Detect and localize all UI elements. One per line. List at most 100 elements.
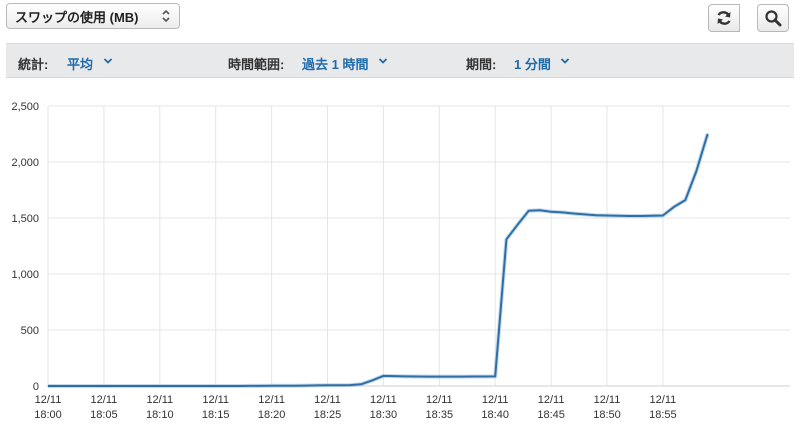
x-tick-date-label: 12/11 bbox=[146, 394, 173, 406]
series-point bbox=[237, 385, 239, 387]
y-tick-label: 2,500 bbox=[11, 101, 39, 113]
series-point bbox=[550, 211, 552, 213]
x-tick-date-label: 12/11 bbox=[258, 394, 285, 406]
series-point bbox=[349, 384, 351, 386]
series-line[interactable] bbox=[48, 133, 709, 387]
refresh-button[interactable] bbox=[708, 4, 740, 32]
y-tick-label: 500 bbox=[21, 325, 39, 337]
x-tick-date-label: 12/11 bbox=[314, 394, 341, 406]
series-point bbox=[539, 209, 541, 211]
x-tick-date-label: 12/11 bbox=[594, 394, 621, 406]
series-point bbox=[673, 206, 675, 208]
x-tick-date-label: 12/11 bbox=[91, 394, 118, 406]
series-point bbox=[204, 385, 205, 387]
series-point bbox=[327, 384, 328, 386]
series-point bbox=[461, 376, 463, 378]
y-tick-label: 1,500 bbox=[11, 213, 39, 225]
series-point bbox=[584, 213, 586, 215]
filter-bar: 統計: 平均 時間範囲: 過去 1 時間 期間: 1 分間 bbox=[6, 43, 794, 78]
time-range-dropdown[interactable]: 過去 1 時間 bbox=[302, 54, 368, 73]
series-point bbox=[271, 385, 273, 387]
series-point bbox=[405, 375, 407, 377]
series-layer bbox=[47, 133, 710, 388]
swap-usage-chart[interactable]: 2,5002,0001,5001,0005000 12/1118:0012/11… bbox=[0, 90, 800, 443]
x-tick-date-label: 12/11 bbox=[650, 394, 677, 406]
series-point bbox=[92, 385, 94, 387]
series-point bbox=[573, 213, 574, 214]
series-point bbox=[628, 215, 630, 217]
time-range-chevron-icon[interactable] bbox=[378, 57, 388, 65]
series-point bbox=[651, 215, 653, 217]
x-tick-time-label: 18:10 bbox=[146, 409, 174, 421]
x-tick-time-label: 18:30 bbox=[370, 409, 398, 421]
x-tick-time-label: 18:40 bbox=[481, 409, 509, 421]
series-point bbox=[662, 215, 664, 216]
x-tick-time-label: 18:45 bbox=[537, 409, 565, 421]
period-dropdown[interactable]: 1 分間 bbox=[514, 54, 551, 73]
x-tick-time-label: 18:35 bbox=[426, 409, 454, 421]
y-tick-label: 0 bbox=[33, 381, 39, 393]
series-point bbox=[360, 383, 362, 385]
y-tick-label: 1,000 bbox=[11, 269, 39, 281]
series-point bbox=[472, 376, 474, 377]
series-point bbox=[226, 385, 228, 387]
series-point bbox=[427, 376, 429, 378]
series-point bbox=[394, 375, 396, 377]
statistic-label: 統計: bbox=[18, 57, 49, 72]
series-point bbox=[304, 385, 306, 387]
series-point bbox=[494, 375, 496, 377]
series-point bbox=[315, 384, 317, 386]
statistic-chevron-icon[interactable] bbox=[103, 57, 113, 65]
x-tick-date-label: 12/11 bbox=[370, 394, 397, 406]
x-tick-time-label: 18:00 bbox=[34, 409, 62, 421]
x-tick-time-label: 18:15 bbox=[202, 409, 230, 421]
series-point bbox=[136, 385, 138, 387]
x-tick-date-label: 12/11 bbox=[35, 394, 62, 406]
series-point bbox=[416, 376, 418, 377]
series-point bbox=[338, 384, 340, 386]
chevron-updown-icon bbox=[162, 9, 170, 23]
period-chevron-icon[interactable] bbox=[560, 57, 570, 65]
time-range-label: 時間範囲: bbox=[228, 57, 285, 72]
x-tick-date-label: 12/11 bbox=[426, 394, 453, 406]
metric-dropdown[interactable]: スワップの使用 (MB) bbox=[6, 3, 180, 29]
series-point bbox=[259, 385, 261, 387]
series-point bbox=[125, 385, 127, 387]
refresh-icon bbox=[717, 11, 731, 25]
series-point bbox=[483, 376, 485, 377]
period-label: 期間: bbox=[466, 57, 497, 72]
series-point bbox=[81, 385, 82, 387]
x-tick-time-label: 18:55 bbox=[649, 409, 677, 421]
series-point bbox=[561, 211, 563, 213]
x-tick-time-label: 18:50 bbox=[593, 409, 621, 421]
x-tick-time-label: 18:05 bbox=[90, 409, 118, 421]
series-point bbox=[450, 376, 451, 378]
series-point bbox=[505, 238, 507, 240]
series-point bbox=[438, 376, 440, 378]
series-point bbox=[148, 385, 150, 387]
series-point bbox=[382, 375, 384, 377]
series-point bbox=[47, 385, 49, 387]
series-line-shadow bbox=[48, 133, 710, 388]
x-axis-ticks: 12/11 18:00 12/11 18:05 12/11 18:10 12/11 18:15… bbox=[34, 394, 676, 421]
series-point bbox=[640, 215, 641, 217]
series-point bbox=[248, 385, 250, 387]
series-point bbox=[595, 214, 597, 216]
series-point bbox=[192, 385, 194, 387]
x-tick-time-label: 18:25 bbox=[314, 409, 342, 421]
series-point bbox=[606, 215, 608, 216]
series-point bbox=[517, 224, 519, 226]
zoom-icon bbox=[765, 10, 782, 27]
series-point bbox=[617, 215, 619, 217]
series-point bbox=[371, 379, 373, 381]
series-point bbox=[170, 385, 172, 387]
series-point bbox=[707, 133, 709, 135]
series-point bbox=[69, 385, 71, 387]
x-tick-time-label: 18:20 bbox=[258, 409, 286, 421]
series-point bbox=[58, 385, 60, 387]
statistic-dropdown[interactable]: 平均 bbox=[67, 54, 93, 73]
series-point bbox=[528, 210, 530, 212]
y-tick-label: 2,000 bbox=[11, 157, 39, 169]
x-tick-date-label: 12/11 bbox=[202, 394, 229, 406]
zoom-button[interactable] bbox=[757, 4, 789, 32]
